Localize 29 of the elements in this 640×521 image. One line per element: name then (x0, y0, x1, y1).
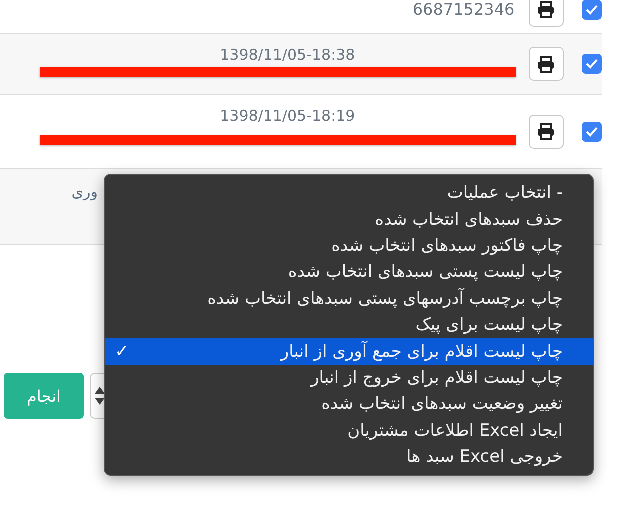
menu-item[interactable]: چاپ لیست اقلام برای جمع آوری از انبار ✓ (105, 338, 593, 365)
printer-icon (537, 56, 556, 72)
printer-icon (537, 1, 556, 18)
menu-item[interactable]: چاپ لیست اقلام برای خروج از انبار (105, 364, 593, 392)
sort-arrows-icon (94, 385, 106, 407)
menu-item[interactable]: چاپ لیست برای پیک (105, 312, 593, 338)
check-icon (586, 4, 598, 14)
menu-item[interactable]: چاپ لیست پستی سبدهای انتخاب شده (105, 259, 593, 286)
menu-item[interactable]: چاپ برچسب آدرسهای پستی سبدهای انتخاب شده (105, 286, 593, 312)
menu-item[interactable]: - انتخاب عملیات (105, 180, 593, 206)
checkbox[interactable] (582, 0, 602, 20)
menu-item[interactable]: تغییر وضعیت سبدهای انتخاب شده (105, 391, 593, 418)
print-button[interactable] (528, 114, 564, 148)
menu-item[interactable]: حذف سبدهای انتخاب شده (105, 206, 593, 233)
order-date: 1398/11/05-18:19 (220, 107, 356, 125)
check-icon (586, 126, 598, 136)
print-button[interactable] (528, 47, 564, 81)
check-icon (586, 59, 598, 69)
checkbox[interactable] (582, 54, 602, 74)
checkbox[interactable] (582, 122, 602, 142)
check-mark: ✓ (115, 342, 130, 362)
menu-item[interactable]: ایجاد Excel اطلاعات مشتریان (105, 418, 593, 444)
printer-icon (537, 123, 556, 140)
phone-number: 6687152346 (412, 0, 515, 19)
menu-item[interactable]: چاپ فاکتور سبدهای انتخاب شده (105, 232, 593, 260)
customer-name: وری (72, 183, 98, 201)
menu-item[interactable]: خروجی Excel سبد ها (105, 444, 593, 470)
order-date: 1398/11/05-18:38 (220, 46, 356, 64)
print-button[interactable] (528, 0, 564, 26)
